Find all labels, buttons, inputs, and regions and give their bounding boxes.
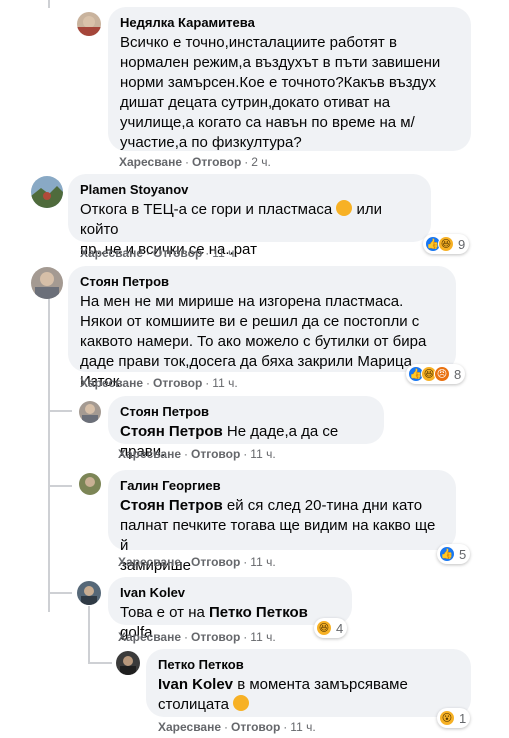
thread-line	[48, 290, 50, 612]
avatar[interactable]	[31, 176, 63, 208]
reply-link[interactable]: Отговор	[153, 376, 202, 390]
avatar[interactable]	[79, 401, 101, 423]
reaction-count: 8	[454, 366, 462, 382]
reply-bubble: Галин Георгиев Стоян Петров ей ся след 2…	[108, 470, 456, 574]
comment-text: Всичко е точно,инсталациите работят в но…	[120, 34, 441, 151]
comment-actions: Харесване · Отговор · 11 ч.	[80, 376, 238, 390]
like-link[interactable]: Харесване	[158, 720, 221, 734]
reaction-count: 1	[459, 710, 467, 726]
comment-bubble: Plamen Stoyanov Откога в ТЕЦ-а се гори и…	[68, 174, 431, 258]
reply-link[interactable]: Отговор	[231, 720, 280, 734]
like-link[interactable]: Харесване	[118, 630, 181, 644]
comment-author[interactable]: Plamen Stoyanov	[80, 182, 419, 198]
mention-link[interactable]: Ivan Kolev	[158, 676, 233, 693]
comment-bubble: Стоян Петров На мен не ми мирише на изго…	[68, 266, 456, 390]
thread-connector	[88, 662, 112, 664]
reply-link[interactable]: Отговор	[192, 155, 241, 169]
reaction-summary[interactable]: 😮 1	[437, 708, 471, 728]
comment-time[interactable]: 11 ч.	[250, 630, 275, 644]
like-link[interactable]: Харесване	[118, 555, 181, 569]
comment-bubble: Недялка Карамитева Всичко е точно,инстал…	[108, 7, 471, 151]
thread-line	[88, 606, 90, 662]
mention-link[interactable]: Стоян Петров	[120, 497, 223, 514]
thread-connector	[48, 410, 72, 412]
haha-reaction-icon: 😆	[438, 236, 454, 252]
comment-time[interactable]: 2 ч.	[251, 155, 271, 169]
reaction-count: 5	[459, 546, 467, 562]
avatar-image	[31, 267, 63, 299]
like-link[interactable]: Харесване	[118, 447, 181, 461]
reaction-count: 4	[336, 620, 344, 636]
thread-connector	[48, 592, 72, 594]
comment-author[interactable]: Галин Георгиев	[120, 478, 444, 494]
comment-author[interactable]: Стоян Петров	[120, 404, 372, 420]
comment-actions: Харесване · Отговор · 11 ч.	[118, 447, 276, 461]
thread-connector	[48, 485, 72, 487]
comment-time[interactable]: 11 ч.	[212, 376, 237, 390]
like-reaction-icon: 👍	[439, 546, 455, 562]
comment-author[interactable]: Стоян Петров	[80, 274, 444, 290]
reaction-summary[interactable]: 👍 😆 9	[423, 234, 470, 254]
grinning-emoji-icon	[233, 695, 250, 711]
avatar[interactable]	[31, 267, 63, 299]
avatar[interactable]	[79, 473, 101, 495]
comment-actions: Харесване · Отговор · 11 ч.	[118, 630, 276, 644]
haha-reaction-icon: 😆	[316, 620, 332, 636]
reply-link[interactable]: Отговор	[153, 246, 202, 260]
reaction-summary[interactable]: 😆 4	[314, 618, 348, 638]
mention-link[interactable]: Петко Петков	[209, 604, 308, 621]
comment-actions: Харесване · Отговор · 11 ч.	[80, 246, 238, 260]
thinking-emoji-icon	[336, 200, 353, 216]
avatar[interactable]	[77, 581, 101, 605]
comment-time[interactable]: 11 ч.	[250, 447, 275, 461]
reply-bubble: Стоян Петров Стоян Петров Не даде,а да с…	[108, 396, 384, 460]
reaction-count: 9	[458, 236, 466, 252]
mention-link[interactable]: Стоян Петров	[120, 423, 223, 440]
avatar-image	[31, 176, 63, 208]
comment-time[interactable]: 11 ч.	[250, 555, 275, 569]
reaction-summary[interactable]: 👍 😆 😠 8	[406, 364, 466, 384]
reply-link[interactable]: Отговор	[191, 447, 240, 461]
comment-author[interactable]: Петко Петков	[158, 657, 459, 673]
like-link[interactable]: Харесване	[80, 246, 143, 260]
avatar-image	[79, 401, 101, 423]
comment-text: Ivan Kolev в момента замърсяваме столица…	[158, 676, 408, 713]
comment-author[interactable]: Недялка Карамитева	[120, 15, 459, 31]
comment-actions: Харесване · Отговор · 2 ч.	[119, 155, 271, 169]
comment-actions: Харесване · Отговор · 11 ч.	[118, 555, 276, 569]
reply-link[interactable]: Отговор	[191, 630, 240, 644]
comment-time[interactable]: 11 ч.	[290, 720, 315, 734]
angry-reaction-icon: 😠	[434, 366, 450, 382]
reply-bubble: Ivan Kolev Това е от на Петко Петков gol…	[108, 577, 352, 641]
avatar-image	[77, 581, 101, 605]
avatar-image	[116, 651, 140, 675]
avatar[interactable]	[116, 651, 140, 675]
like-link[interactable]: Харесване	[119, 155, 182, 169]
reply-link[interactable]: Отговор	[191, 555, 240, 569]
comment-actions: Харесване · Отговор · 11 ч.	[158, 720, 316, 734]
like-link[interactable]: Харесване	[80, 376, 143, 390]
avatar[interactable]	[77, 12, 101, 36]
comment-time[interactable]: 11 ч.	[212, 246, 237, 260]
avatar-image	[79, 473, 101, 495]
comment-author[interactable]: Ivan Kolev	[120, 585, 340, 601]
reply-bubble: Петко Петков Ivan Kolev в момента замърс…	[146, 649, 471, 717]
wow-reaction-icon: 😮	[439, 710, 455, 726]
thread-line	[48, 0, 50, 8]
reaction-summary[interactable]: 👍 5	[437, 544, 471, 564]
avatar-image	[77, 16, 101, 36]
